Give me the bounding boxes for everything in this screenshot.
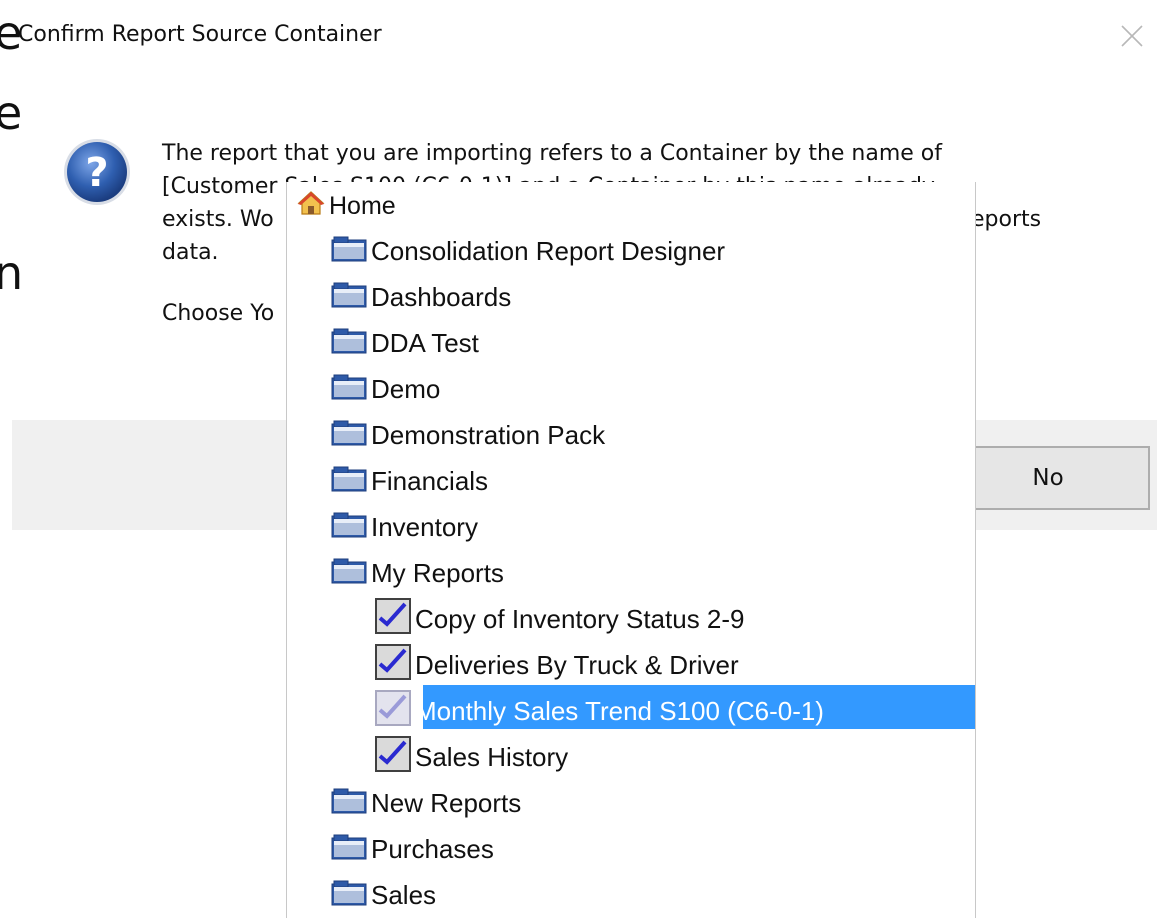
report-icon [375,689,411,733]
tree-item-label: Home [329,192,396,220]
tree-item-label: Inventory [371,512,478,542]
tree-item-label: Sales History [415,742,569,772]
tree-item-home[interactable]: Home [297,184,400,228]
folder-icon [331,418,367,453]
question-icon: ? [62,137,132,207]
background-text-fragment: n [0,246,24,300]
close-icon [1121,25,1143,47]
folder-icon [331,234,367,269]
tree-item-label: New Reports [371,788,522,818]
folder-icon [331,464,367,499]
report-icon [375,643,411,687]
tree-item-label: Dashboards [371,282,512,312]
tree-item-label: Sales [371,880,437,910]
svg-text:?: ? [85,150,108,196]
message-line: The report that you are importing refers… [162,141,943,166]
folder-icon [331,510,367,545]
report-icon [375,735,411,779]
message-line-end: eports [971,207,1042,232]
tree-item-my-reports[interactable]: My Reports [331,551,508,595]
folder-icon [331,556,367,591]
tree-item-dashboards[interactable]: Dashboards [331,275,515,319]
close-button[interactable] [1112,16,1152,56]
tree-item-purchases[interactable]: Purchases [331,827,498,871]
tree-item-label: Consolidation Report Designer [371,236,726,266]
tree-item-monthly-sales-trend-s100-c6-0-1[interactable]: Monthly Sales Trend S100 (C6-0-1) [375,689,828,733]
folder-icon [331,878,367,913]
tree-item-sales-history[interactable]: Sales History [375,735,572,779]
tree-item-demonstration-pack[interactable]: Demonstration Pack [331,413,609,457]
tree-item-label: Copy of Inventory Status 2-9 [415,604,745,634]
dialog-title: Confirm Report Source Container [18,22,382,47]
no-button[interactable]: No [946,446,1150,510]
folder-icon [331,786,367,821]
folder-icon [331,832,367,867]
tree-item-copy-of-inventory-status-2-9[interactable]: Copy of Inventory Status 2-9 [375,597,749,641]
tree-item-deliveries-by-truck-driver[interactable]: Deliveries By Truck & Driver [375,643,743,687]
tree-item-label: Demo [371,374,441,404]
tree-item-label: Demonstration Pack [371,420,606,450]
tree-item-new-reports[interactable]: New Reports [331,781,525,825]
container-tree-dropdown[interactable]: Home Consolidation Report Designer Dashbo… [286,182,976,918]
tree-item-financials[interactable]: Financials [331,459,492,503]
tree-item-label: Deliveries By Truck & Driver [415,650,739,680]
tree-item-label: Financials [371,466,489,496]
message-line-start: exists. Wo [162,207,274,232]
folder-icon [331,326,367,361]
tree-item-label: DDA Test [371,328,479,358]
tree-item-demo[interactable]: Demo [331,367,444,411]
folder-icon [331,280,367,315]
background-text-fragment: e [0,86,23,140]
home-icon [297,190,325,223]
tree-item-label: Monthly Sales Trend S100 (C6-0-1) [415,696,824,726]
tree-item-inventory[interactable]: Inventory [331,505,482,549]
tree-item-label: My Reports [371,558,504,588]
tree-item-dda-test[interactable]: DDA Test [331,321,483,365]
tree-item-label: Purchases [371,834,494,864]
report-icon [375,597,411,641]
folder-icon [331,372,367,407]
tree-item-sales[interactable]: Sales [331,873,440,917]
tree-item-consolidation-report-designer[interactable]: Consolidation Report Designer [331,229,729,273]
